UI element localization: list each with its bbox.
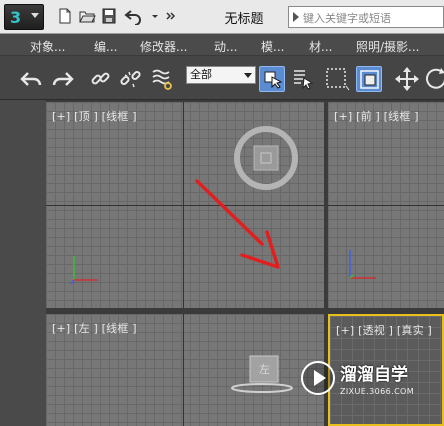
rectangular-selection-region-button[interactable] [324, 66, 350, 92]
viewport-label-left[interactable]: [+] [左 ] [线框 ] [52, 320, 137, 336]
save-button[interactable] [100, 7, 118, 25]
select-and-link-button[interactable] [88, 66, 114, 92]
chevron-down-icon [244, 73, 252, 78]
search-placeholder: 键入关键字或短语 [303, 12, 391, 25]
unlink-icon [120, 70, 141, 88]
viewport-label-front[interactable]: [+] [前 ] [线框 ] [334, 108, 419, 124]
undo-quick-button[interactable] [124, 7, 142, 25]
window-crossing-button[interactable] [356, 66, 382, 92]
main-toolbar: 全部 [0, 56, 444, 100]
watermark-title: 溜溜自学 [340, 365, 408, 385]
open-file-button[interactable] [78, 7, 96, 25]
application-menu-button[interactable]: 3 [4, 4, 44, 30]
viewcube-icon[interactable] [232, 124, 300, 192]
axis-tripod-icon [349, 250, 376, 279]
menu-objects[interactable]: 对象... [30, 38, 65, 55]
rotate-icon [426, 68, 444, 89]
open-file-icon [79, 11, 96, 23]
rectangular-selection-icon [326, 68, 350, 91]
overflow-icon [166, 12, 176, 20]
new-file-icon [59, 8, 71, 24]
save-icon [102, 8, 116, 24]
undo-icon [20, 72, 42, 86]
window-crossing-icon [360, 70, 379, 89]
grid-axis-vertical [183, 314, 184, 426]
bind-spacewarp-icon [152, 69, 172, 90]
new-file-button[interactable] [56, 7, 74, 25]
chevron-down-icon [31, 13, 39, 18]
undo-history-dropdown[interactable] [146, 7, 158, 25]
select-and-move-button[interactable] [394, 66, 420, 92]
caret-right-icon [293, 12, 299, 22]
select-by-name-button[interactable] [290, 66, 316, 92]
viewport-label-perspective[interactable]: [+] [透视 ] [真实 ] [336, 322, 432, 338]
menu-materials[interactable]: 材... [309, 38, 332, 55]
undo-icon [124, 10, 141, 25]
selection-filter-dropdown[interactable]: 全部 [186, 66, 256, 84]
title-bar: 3 无标题 键入关键字或短语 [0, 0, 444, 34]
menu-lighting-cameras[interactable]: 照明/摄影... [356, 38, 420, 55]
viewport-label-top[interactable]: [+] [顶 ] [线框 ] [52, 108, 137, 124]
selection-filter-value: 全部 [190, 68, 212, 81]
menu-bar: 对象... 编... 修改器... 动... 模... 材... 照明/摄影..… [0, 34, 444, 56]
search-input[interactable]: 键入关键字或短语 [288, 6, 444, 28]
watermark-url: ZIXUE.3066.COM [340, 387, 415, 396]
link-icon [91, 72, 110, 85]
axis-tripod-icon [70, 256, 98, 285]
viewcube-face-label: 左 [259, 363, 270, 376]
undo-button[interactable] [18, 66, 44, 92]
menu-modeling[interactable]: 模... [261, 38, 284, 55]
menu-modifiers[interactable]: 修改器... [140, 38, 187, 55]
viewport-left[interactable]: [+] [左 ] [线框 ] 左 [46, 314, 324, 426]
unlink-selection-button[interactable] [118, 66, 144, 92]
document-title: 无标题 [224, 12, 264, 27]
select-object-button[interactable] [259, 66, 285, 92]
redo-button[interactable] [50, 66, 76, 92]
select-by-name-icon [294, 70, 314, 90]
bind-to-space-warp-button[interactable] [150, 66, 176, 92]
viewport-top[interactable]: [+] [顶 ] [线框 ] [46, 102, 324, 308]
redo-icon [52, 72, 74, 86]
watermark: 溜溜自学 ZIXUE.3066.COM [300, 358, 444, 410]
select-and-rotate-button[interactable] [424, 66, 444, 92]
overflow-button[interactable] [162, 7, 176, 25]
play-logo-icon [301, 361, 335, 395]
select-object-icon [264, 71, 283, 89]
viewport-front[interactable]: [+] [前 ] [线框 ] [328, 102, 444, 308]
menu-animation[interactable]: 动... [214, 38, 237, 55]
grid-axis-horizontal [46, 205, 324, 206]
left-panel-strip [0, 100, 46, 426]
menu-edit[interactable]: 编... [94, 38, 117, 55]
move-icon [395, 67, 419, 91]
3ds-max-logo-icon: 3 [10, 8, 22, 27]
grid-axis-horizontal [328, 205, 444, 206]
